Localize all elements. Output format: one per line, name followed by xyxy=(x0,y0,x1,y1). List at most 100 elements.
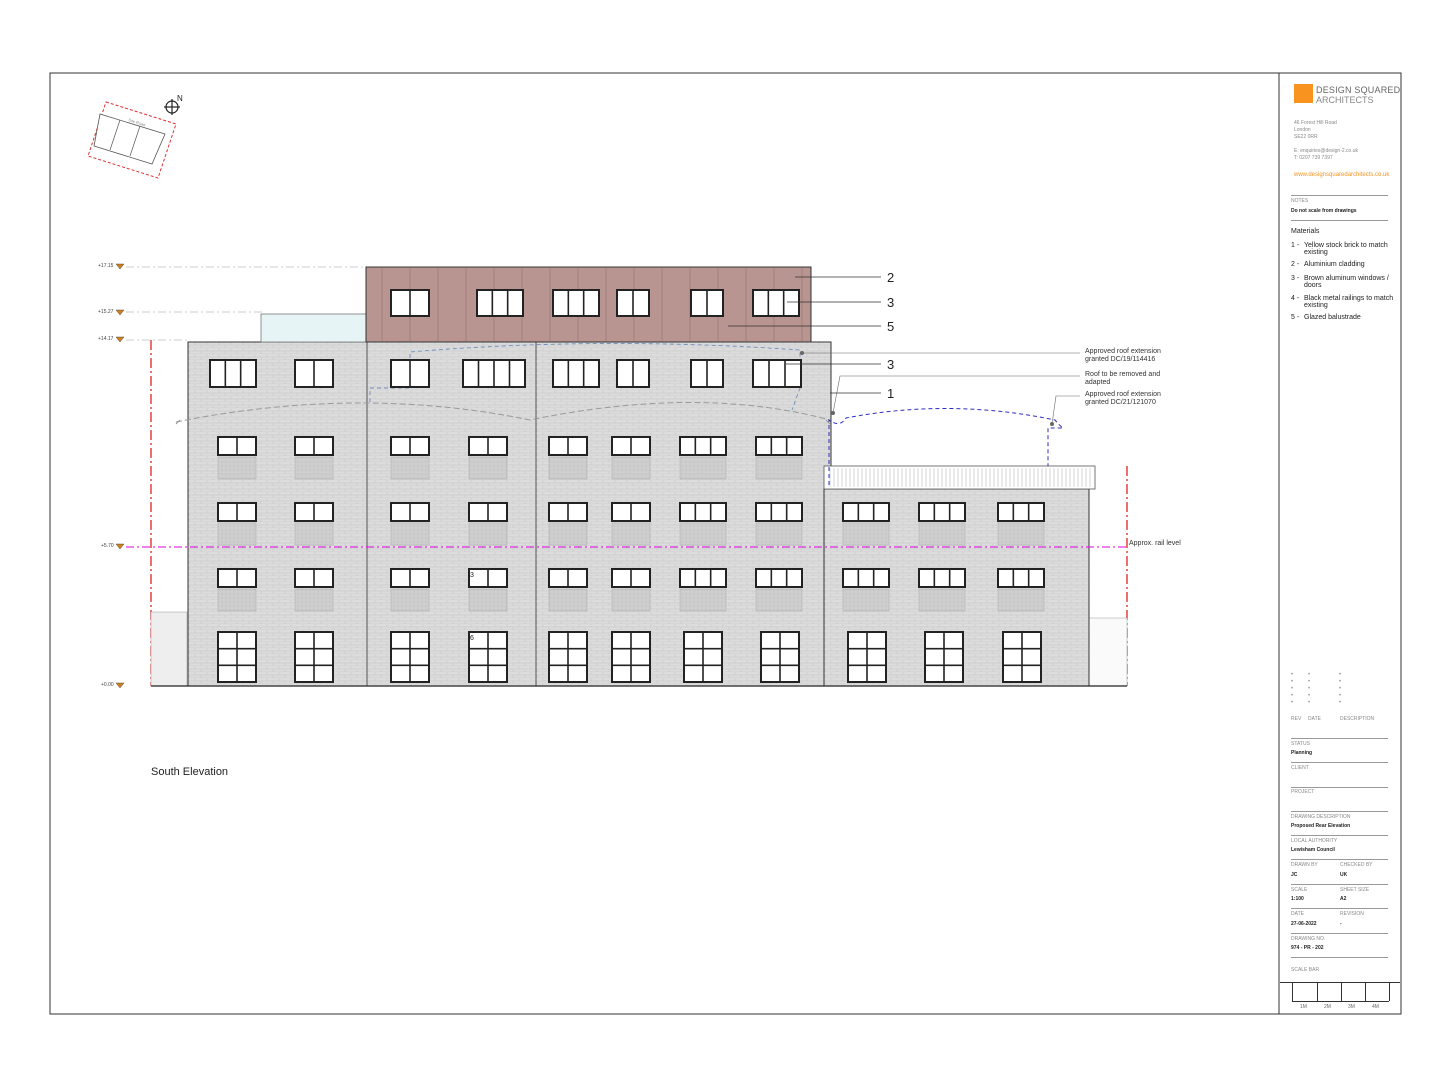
spandrel-panel xyxy=(390,588,430,612)
divider xyxy=(1291,859,1388,860)
window xyxy=(217,502,257,522)
level-label-1417: +14.17 xyxy=(98,336,114,342)
material-text-1: Yellow stock brick to match existing xyxy=(1304,242,1388,256)
ground-floor-window xyxy=(390,631,430,683)
level-label-000: +0.00 xyxy=(101,682,114,688)
spandrel-panel xyxy=(679,522,727,546)
ground-floor-window xyxy=(468,631,508,683)
ground-floor-window xyxy=(847,631,887,683)
materials-heading: Materials xyxy=(1291,228,1320,235)
spandrel-panel xyxy=(468,588,508,612)
spandrel-panel xyxy=(997,588,1045,612)
date-label: DATE xyxy=(1291,911,1304,917)
material-num-3: 3 - xyxy=(1291,275,1300,282)
scale-tick-3m: 3M xyxy=(1348,1004,1355,1010)
scale-tick-2m: 2M xyxy=(1324,1004,1331,1010)
spandrel-panel xyxy=(294,522,334,546)
window xyxy=(468,436,508,456)
divider xyxy=(1291,933,1388,934)
right-fence xyxy=(1088,617,1128,687)
ground-floor-window xyxy=(611,631,651,683)
window xyxy=(548,502,588,522)
spandrel-panel xyxy=(611,522,651,546)
window xyxy=(294,436,334,456)
spandrel-panel xyxy=(468,522,508,546)
spandrel-panel xyxy=(217,522,257,546)
window xyxy=(611,436,651,456)
spandrel-panel xyxy=(548,588,588,612)
glazed-balustrade xyxy=(260,313,367,343)
revision-value: - xyxy=(1340,921,1342,927)
scale-bar-label: SCALE BAR xyxy=(1291,967,1320,973)
window xyxy=(616,359,650,388)
spandrel-panel xyxy=(390,456,430,480)
window xyxy=(755,502,803,522)
spandrel-panel xyxy=(997,522,1045,546)
ground-floor-window xyxy=(548,631,588,683)
rail-level-label: Approx. rail level xyxy=(1129,540,1181,547)
website-link[interactable]: www.designsquaredarchitects.co.uk xyxy=(1294,172,1389,178)
level-label-1715: +17.15 xyxy=(98,263,114,269)
material-text-3: Brown aluminum windows / doors xyxy=(1304,275,1389,289)
scale-bar: 1M 2M 3M 4M xyxy=(1280,982,1400,1015)
window xyxy=(390,568,430,588)
window xyxy=(918,502,966,522)
window xyxy=(679,436,727,456)
window xyxy=(462,359,526,388)
material-num-5: 5 - xyxy=(1291,314,1300,321)
divider xyxy=(1291,738,1388,739)
divider xyxy=(1291,835,1388,836)
divider xyxy=(1291,884,1388,885)
window xyxy=(918,568,966,588)
spandrel-panel xyxy=(679,588,727,612)
callout-3-windows: 3 xyxy=(887,357,894,372)
window xyxy=(548,568,588,588)
spandrel-panel xyxy=(842,522,890,546)
date-header: DATE xyxy=(1308,716,1321,722)
spandrel-panel xyxy=(679,456,727,480)
key-site-plan: Site Road xyxy=(87,101,177,179)
divider xyxy=(1291,220,1388,221)
client-label: CLIENT xyxy=(1291,765,1309,771)
address-line-3: SE22 0RR xyxy=(1294,134,1318,140)
north-arrow-icon: N xyxy=(164,94,183,115)
window xyxy=(690,359,724,388)
spandrel-panel xyxy=(294,456,334,480)
sheet-size-label: SHEET SIZE xyxy=(1340,887,1370,893)
window xyxy=(390,502,430,522)
scale-tick-1m: 1M xyxy=(1300,1004,1307,1010)
spandrel-panel xyxy=(611,456,651,480)
spandrel-panel xyxy=(548,456,588,480)
window xyxy=(611,568,651,588)
divider xyxy=(1291,787,1388,788)
window xyxy=(217,568,257,588)
divider xyxy=(1291,811,1388,812)
window xyxy=(755,568,803,588)
scale-tick-4m: 4M xyxy=(1372,1004,1379,1010)
window xyxy=(842,502,890,522)
annex-railing xyxy=(823,465,1096,490)
window-note-6: 6 xyxy=(470,635,474,642)
address-line-2: London xyxy=(1294,127,1311,133)
ground-floor-window xyxy=(294,631,334,683)
spandrel-panel xyxy=(611,588,651,612)
drawn-by-value: JC xyxy=(1291,872,1298,878)
project-label: PROJECT xyxy=(1291,789,1315,795)
window xyxy=(552,359,600,388)
drawing-description-value: Proposed Rear Elevation xyxy=(1291,823,1351,829)
description-header: DESCRIPTION xyxy=(1340,716,1375,722)
window xyxy=(842,568,890,588)
sheet-size-value: A2 xyxy=(1340,896,1347,902)
spandrel-panel xyxy=(918,588,966,612)
spandrel-panel xyxy=(390,522,430,546)
window xyxy=(611,502,651,522)
notes-value: Do not scale from drawings xyxy=(1291,208,1357,214)
spandrel-panel xyxy=(217,588,257,612)
ground-floor-window xyxy=(760,631,800,683)
drawing-title: South Elevation xyxy=(151,766,229,778)
company-name-line2: ARCHITECTS xyxy=(1316,95,1374,105)
divider xyxy=(1291,195,1388,196)
material-text-5: Glazed balustrade xyxy=(1304,314,1361,321)
spandrel-panel xyxy=(755,588,803,612)
material-num-1: 1 - xyxy=(1291,242,1300,249)
